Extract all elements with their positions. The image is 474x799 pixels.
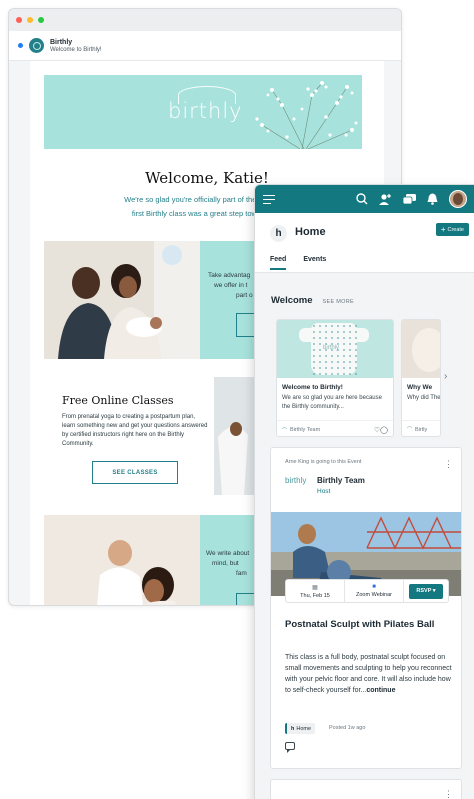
event-description: This class is a full body, postnatal scu… — [285, 652, 453, 696]
space-chip[interactable]: h Home — [285, 723, 316, 734]
window-titlebar — [9, 9, 401, 31]
more-options-icon[interactable]: ⋮ — [444, 460, 453, 469]
space-chip-label: Home — [296, 725, 312, 732]
tab-feed[interactable]: Feed — [270, 256, 287, 270]
chat-icon[interactable] — [403, 193, 416, 205]
event-post: Arne King is going to this Event ⋮ birth… — [270, 447, 462, 769]
event-date-text: Thu, Feb 15 — [300, 592, 330, 599]
card-text: We are so glad you are here because the … — [282, 395, 382, 410]
chevron-right-icon[interactable]: › — [444, 371, 447, 382]
family-illustration — [44, 241, 200, 359]
hero-logo: birthly — [168, 99, 243, 123]
calendar-icon: ▦ — [312, 584, 318, 591]
zoom-icon: ■ — [372, 584, 376, 590]
panel-line-3: part o — [236, 292, 253, 299]
event-details-bar: ▦ Thu, Feb 15 ■ Zoom Webinar RSVP ▾ — [285, 579, 449, 603]
panel2-line-3: fam — [236, 570, 247, 577]
add-user-icon[interactable] — [379, 193, 392, 205]
post-meta: Arne King is going to this Event — [285, 459, 362, 465]
classes-heading: Free Online Classes — [62, 394, 174, 407]
continue-link[interactable]: continue — [366, 687, 395, 694]
welcome-section-header: Welcome SEE MORE — [271, 295, 354, 306]
panel-line-2: we offer in t — [214, 282, 248, 289]
posted-time: Posted 1w ago — [329, 725, 366, 731]
birthly-mini-logo-icon: ⌒ — [282, 427, 288, 434]
heart-comment-icons[interactable]: ♡◯ — [374, 426, 388, 434]
card-title: Welcome to Birthly! — [282, 384, 343, 391]
onesie-image: birthly — [277, 320, 393, 378]
minimize-window-dot[interactable] — [27, 17, 33, 23]
card-author: Birtly — [415, 426, 428, 433]
unread-indicator — [18, 43, 23, 48]
home-space-icon: h — [270, 225, 287, 242]
maximize-window-dot[interactable] — [38, 17, 44, 23]
card-author: Birthly Team — [290, 427, 321, 433]
welcome-section-title: Welcome — [271, 295, 313, 306]
rsvp-button[interactable]: RSVP ▾ — [409, 583, 443, 599]
card-text: Why did There arc — [407, 395, 441, 401]
host-logo: birthly — [285, 476, 307, 485]
panel2-line-2: mind, but — [212, 560, 239, 567]
card-footer: ⌒ Birthly Team ♡◯ — [277, 420, 393, 436]
sender-avatar — [29, 38, 44, 53]
bell-icon[interactable] — [427, 193, 438, 205]
pregnant-belly-image — [402, 320, 440, 378]
why-card[interactable]: Why We Why did There arc ⌒ Birtly — [401, 319, 441, 437]
mail-header[interactable]: Birthly Welcome to Birthly! — [9, 31, 401, 61]
tab-events[interactable]: Events — [303, 256, 326, 270]
card-footer: ⌒ Birtly — [402, 420, 440, 436]
see-more-link[interactable]: SEE MORE — [323, 299, 354, 305]
panel-line-1: Take advantag — [208, 272, 251, 279]
see-classes-button[interactable]: SEE CLASSES — [92, 461, 178, 484]
community-app-window: h Home + Create Feed Events Welcome SEE M… — [254, 184, 474, 799]
birthly-mini-logo-icon: ⌒ — [407, 427, 413, 433]
next-post: ⋮ — [270, 779, 462, 799]
onesie-logo-text: birthly — [323, 345, 340, 351]
birthly-logo-icon — [32, 41, 41, 50]
create-button[interactable]: + Create — [435, 223, 469, 236]
create-button-label: Create — [447, 226, 464, 233]
app-top-bar — [255, 185, 474, 213]
classes-description: From prenatal yoga to creating a postpar… — [62, 414, 208, 447]
close-window-dot[interactable] — [16, 17, 22, 23]
welcome-card[interactable]: birthly Welcome to Birthly! We are so gl… — [276, 319, 394, 437]
card-title: Why We — [407, 384, 433, 391]
menu-icon[interactable] — [263, 194, 275, 204]
email-hero-banner: birthly — [44, 75, 362, 149]
event-location: ■ Zoom Webinar — [345, 580, 404, 602]
page-tabs: Feed Events — [270, 256, 326, 270]
screenshot-stage: Birthly Welcome to Birthly! birthly Welc… — [0, 0, 474, 799]
babys-breath-flowers-icon — [255, 81, 358, 149]
page-header: h Home + Create Feed Events — [255, 213, 474, 273]
home-chip-icon: h — [291, 725, 295, 732]
search-icon[interactable] — [356, 193, 368, 205]
email-subject: Welcome to Birthly! — [50, 46, 102, 53]
top-bar-actions — [356, 190, 467, 208]
more-options-icon[interactable]: ⋮ — [444, 790, 453, 799]
event-date: ▦ Thu, Feb 15 — [286, 580, 345, 602]
host-role: Host — [317, 488, 331, 495]
host-name[interactable]: Birthly Team — [317, 476, 365, 485]
comment-icon[interactable] — [285, 742, 295, 753]
plus-icon: + — [440, 225, 446, 234]
event-location-text: Zoom Webinar — [356, 592, 392, 598]
mother-baby-illustration — [44, 515, 200, 605]
mother-baby-photo — [44, 515, 200, 605]
sender-name: Birthly — [50, 38, 73, 46]
event-title[interactable]: Postnatal Sculpt with Pilates Ball — [285, 618, 455, 631]
family-photo — [44, 241, 200, 359]
page-title: Home — [295, 226, 326, 238]
user-avatar[interactable] — [449, 190, 467, 208]
panel2-line-1: We write about — [206, 550, 250, 557]
onesie-icon: birthly — [299, 323, 369, 375]
